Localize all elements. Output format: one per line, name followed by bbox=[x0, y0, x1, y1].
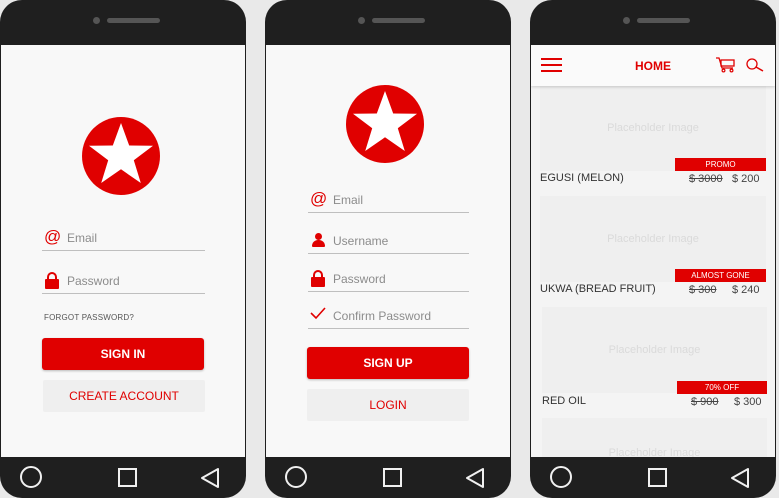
email-placeholder: Email bbox=[67, 231, 98, 245]
phone-top-bezel bbox=[0, 0, 246, 45]
product-card[interactable]: Placeholder Image 70% OFF RED OIL $ 900 … bbox=[542, 307, 767, 411]
status-badge: PROMO bbox=[675, 158, 766, 171]
lock-icon bbox=[310, 269, 326, 287]
circle-home-icon[interactable] bbox=[550, 466, 572, 488]
new-price: $ 300 bbox=[734, 396, 762, 408]
new-price: $ 240 bbox=[732, 284, 760, 296]
product-name: RED OIL bbox=[542, 395, 587, 407]
old-price: $ 900 bbox=[691, 396, 719, 408]
password-field[interactable]: Password bbox=[308, 264, 469, 292]
home-screen: HOME Placeholder Image PROMO EGUSI (MELO… bbox=[531, 45, 775, 457]
email-field[interactable]: @ Email bbox=[308, 185, 469, 213]
phone-home: HOME Placeholder Image PROMO EGUSI (MELO… bbox=[530, 0, 776, 498]
product-name: UKWA (BREAD FRUIT) bbox=[540, 283, 656, 295]
product-card[interactable]: Placeholder Image PROMO EGUSI (MELON) $ … bbox=[540, 85, 766, 189]
create-account-button[interactable]: CREATE ACCOUNT bbox=[43, 380, 205, 412]
sign-up-button[interactable]: SIGN UP bbox=[307, 347, 469, 379]
login-button[interactable]: LOGIN bbox=[307, 389, 469, 421]
old-price: $ 300 bbox=[689, 284, 717, 296]
at-icon: @ bbox=[310, 189, 328, 208]
sign-in-button[interactable]: SIGN IN bbox=[42, 338, 204, 370]
square-recents-icon[interactable] bbox=[383, 468, 402, 487]
email-placeholder: Email bbox=[333, 193, 364, 207]
forgot-password-link[interactable]: FORGOT PASSWORD? bbox=[44, 313, 134, 322]
phone-top-bezel bbox=[530, 0, 776, 45]
old-price: $ 3000 bbox=[689, 173, 723, 185]
username-field[interactable]: Username bbox=[308, 226, 469, 254]
android-nav-bar bbox=[265, 457, 511, 498]
new-price: $ 200 bbox=[732, 173, 760, 185]
camera bbox=[358, 17, 365, 24]
confirm-password-placeholder: Confirm Password bbox=[333, 309, 432, 323]
password-field[interactable]: Password bbox=[42, 266, 205, 294]
speaker bbox=[372, 18, 425, 23]
triangle-back-icon[interactable] bbox=[730, 467, 750, 489]
app-header: HOME bbox=[531, 45, 775, 86]
page-title: HOME bbox=[635, 59, 671, 73]
product-card[interactable]: Placeholder Image ALMOST GONE UKWA (BREA… bbox=[540, 196, 766, 300]
status-badge: ALMOST GONE bbox=[675, 269, 766, 282]
at-icon: @ bbox=[44, 227, 62, 246]
circle-home-icon[interactable] bbox=[20, 466, 42, 488]
speaker bbox=[107, 18, 160, 23]
star-logo-icon bbox=[346, 85, 424, 163]
login-screen: @ Email Password FORGOT PASSWORD? SIGN I… bbox=[1, 45, 245, 457]
product-image: Placeholder Image bbox=[542, 418, 767, 457]
search-icon[interactable] bbox=[745, 57, 765, 73]
signup-screen: @ Email Username Password Confirm Passwo… bbox=[266, 45, 510, 457]
android-nav-bar bbox=[530, 457, 776, 498]
camera bbox=[93, 17, 100, 24]
phone-login: @ Email Password FORGOT PASSWORD? SIGN I… bbox=[0, 0, 246, 498]
camera bbox=[623, 17, 630, 24]
phone-top-bezel bbox=[265, 0, 511, 45]
triangle-back-icon[interactable] bbox=[465, 467, 485, 489]
password-placeholder: Password bbox=[67, 274, 120, 288]
product-card[interactable]: Placeholder Image bbox=[542, 418, 767, 457]
phone-signup: @ Email Username Password Confirm Passwo… bbox=[265, 0, 511, 498]
cart-icon[interactable] bbox=[715, 56, 737, 73]
check-icon bbox=[310, 306, 326, 324]
circle-home-icon[interactable] bbox=[285, 466, 307, 488]
confirm-password-field[interactable]: Confirm Password bbox=[308, 301, 469, 329]
status-badge: 70% OFF bbox=[677, 381, 767, 394]
username-placeholder: Username bbox=[333, 234, 389, 248]
lock-icon bbox=[44, 271, 60, 289]
password-placeholder: Password bbox=[333, 272, 386, 286]
product-name: EGUSI (MELON) bbox=[540, 172, 624, 184]
android-nav-bar bbox=[0, 457, 246, 498]
speaker bbox=[637, 18, 690, 23]
triangle-back-icon[interactable] bbox=[200, 467, 220, 489]
square-recents-icon[interactable] bbox=[648, 468, 667, 487]
email-field[interactable]: @ Email bbox=[42, 223, 205, 251]
star-logo-icon bbox=[82, 117, 160, 195]
user-icon bbox=[310, 231, 326, 249]
square-recents-icon[interactable] bbox=[118, 468, 137, 487]
